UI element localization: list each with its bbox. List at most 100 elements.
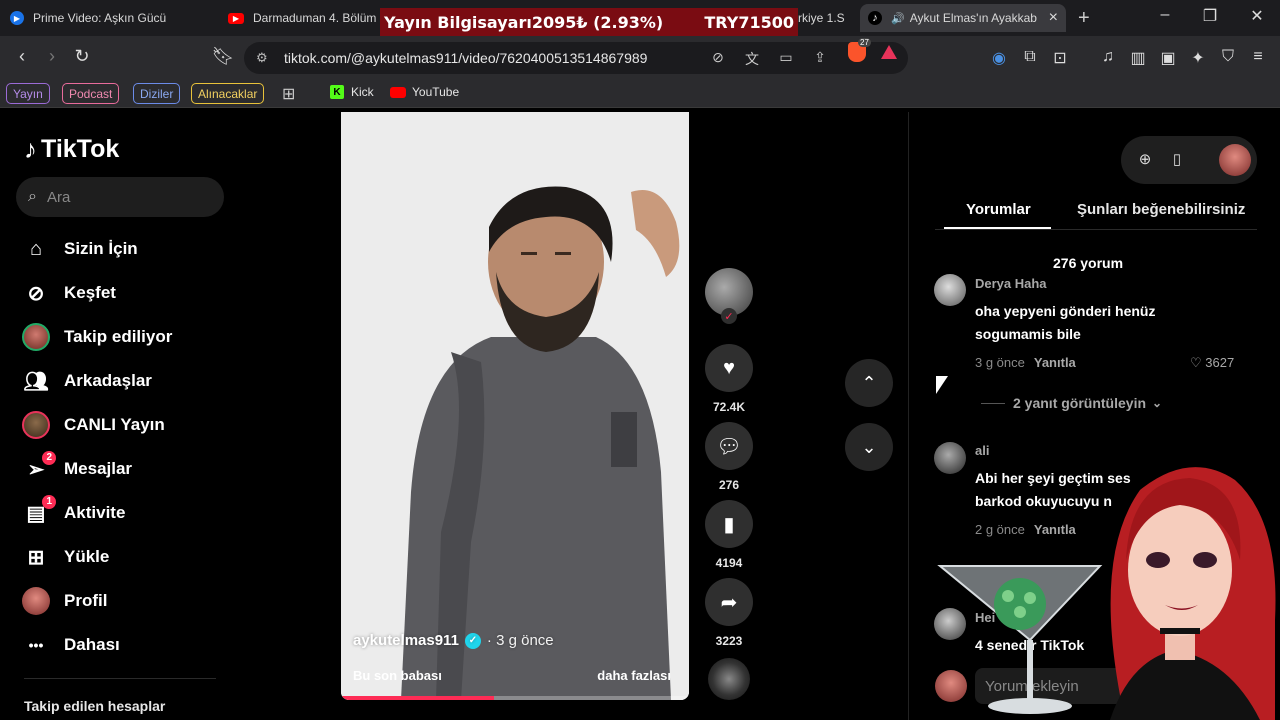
nav-following[interactable]: Takip ediliyor xyxy=(22,323,172,351)
tab-darmaduman[interactable]: ▶ Darmaduman 4. Bölüm xyxy=(228,4,376,32)
share-icon[interactable]: ⇪ xyxy=(810,49,830,66)
comment-username[interactable]: Derya Haha xyxy=(975,276,1047,291)
forward-icon[interactable]: › xyxy=(40,46,64,67)
video-time: · 3 g önce xyxy=(486,632,554,649)
menu-icon[interactable]: ≡ xyxy=(1247,48,1269,66)
reply-button[interactable]: Yanıtla xyxy=(1034,522,1076,537)
translate-icon[interactable]: 文 xyxy=(742,49,762,69)
active-tab-indicator xyxy=(944,227,1051,229)
nav-more[interactable]: ••• Dahası xyxy=(22,631,120,659)
comment-username[interactable]: ali xyxy=(975,443,989,458)
search-input[interactable]: ⌕ Ara xyxy=(16,177,224,217)
comment-time: 2 g önce xyxy=(975,522,1025,537)
music-disc-icon[interactable] xyxy=(708,658,750,700)
nav-activity[interactable]: ▤ 1 Aktivite xyxy=(22,495,126,527)
nav-for-you[interactable]: ⌂ Sizin İçin xyxy=(22,235,138,263)
ticker-label: Yayın Bilgisayarı xyxy=(384,12,532,32)
minimize-icon[interactable]: – xyxy=(1155,6,1175,24)
coin-icon[interactable]: ⊕ xyxy=(1135,150,1155,168)
restore-icon[interactable]: ❐ xyxy=(1200,6,1220,26)
tab-title: Aykut Elmas'ın Ayakkab xyxy=(909,11,1037,25)
commenter-avatar[interactable] xyxy=(934,274,966,306)
nav-label: Profil xyxy=(64,591,108,610)
site-settings-icon[interactable]: ⚙︎ xyxy=(256,50,276,66)
no-tracking-icon[interactable]: ⊘ xyxy=(708,49,728,66)
reload-icon[interactable]: ↻ xyxy=(70,46,94,67)
video-caption: Bu son babası xyxy=(353,668,442,683)
comment-username[interactable]: Hei xyxy=(975,610,995,625)
vpn-icon[interactable]: ⛉ xyxy=(1217,48,1239,66)
leo-ai-icon[interactable]: ✦ xyxy=(1187,48,1209,68)
see-more-link[interactable]: daha fazlası xyxy=(597,668,671,683)
media-icon[interactable]: ♫ xyxy=(1097,48,1119,66)
next-video-button[interactable]: ⌄ xyxy=(845,423,893,471)
nav-friends[interactable]: 👥︎ Arkadaşlar xyxy=(22,367,152,395)
save-action[interactable]: ▮ 4194 xyxy=(705,500,753,570)
my-avatar xyxy=(935,670,967,702)
nav-profile[interactable]: Profil xyxy=(22,587,107,615)
tab-title: Darmaduman 4. Bölüm xyxy=(253,11,376,25)
extension-blue-icon[interactable]: ◉ xyxy=(988,48,1010,68)
view-replies-button[interactable]: 2 yanıt görüntüleyin ⌄ xyxy=(981,395,1162,411)
back-icon[interactable]: ‹ xyxy=(10,46,34,67)
tab-title: Prime Video: Aşkın Gücü xyxy=(33,11,167,25)
tab-you-may-like[interactable]: Şunları beğenebilirsiniz xyxy=(1077,201,1245,218)
sidebar-divider xyxy=(24,678,216,679)
chevron-down-icon: ⌄ xyxy=(861,436,877,457)
share-arrow-icon: ➦ xyxy=(705,578,753,626)
nav-explore[interactable]: ⊘ Keşfet xyxy=(22,279,116,307)
like-action[interactable]: ♥ 72.4K xyxy=(705,344,753,414)
nav-live[interactable]: CANLI Yayın xyxy=(22,411,165,439)
new-tab-button[interactable]: + xyxy=(1078,7,1090,30)
video-author[interactable]: aykutelmas911 ✓ · 3 g önce xyxy=(353,632,554,649)
close-tab-icon[interactable]: × xyxy=(1049,9,1058,27)
user-avatar[interactable] xyxy=(1219,144,1251,176)
home-icon: ⌂ xyxy=(29,237,43,260)
nav-label: Keşfet xyxy=(64,283,116,302)
tab-prime-video[interactable]: ▶ Prime Video: Aşkın Gücü xyxy=(10,4,220,32)
bookmark-save-icon: ▮ xyxy=(705,500,753,548)
apps-grid-icon[interactable]: ⊞ xyxy=(282,84,295,104)
nav-messages[interactable]: ➢ 2 Mesajlar xyxy=(22,451,132,483)
window-close-icon[interactable]: ✕ xyxy=(1247,6,1267,26)
bookmark-folder-podcast[interactable]: Podcast xyxy=(62,83,120,104)
share-action[interactable]: ➦ 3223 xyxy=(705,578,753,648)
bookmark-folder-alinacaklar[interactable]: Alınacaklar xyxy=(191,83,265,104)
tiktok-logo[interactable]: ♪ TikTok xyxy=(24,134,119,165)
comment-text: Abi her şeyi geçtim ses barkod okuyucuyu… xyxy=(975,470,1131,509)
search-placeholder: Ara xyxy=(46,188,71,206)
sidebar-icon[interactable]: ▥ xyxy=(1127,48,1149,68)
cast-icon[interactable]: ▭ xyxy=(776,49,796,66)
tab-turkiye[interactable]: rkiye 1.S xyxy=(798,4,854,32)
comment-action[interactable]: 💬︎ 276 xyxy=(705,422,753,492)
video-progress-fill xyxy=(341,696,495,700)
tab-tiktok-active[interactable]: ♪ 🔊 Aykut Elmas'ın Ayakkab × xyxy=(860,4,1066,32)
extensions-icon[interactable]: ⧉ xyxy=(1019,48,1041,66)
bookmark-folder-yayin[interactable]: Yayın xyxy=(6,83,50,104)
follow-check-icon[interactable]: ✓ xyxy=(721,308,737,324)
commenter-avatar[interactable] xyxy=(934,608,966,640)
address-bar[interactable]: ⚙︎ tiktok.com/@aykutelmas911/video/76204… xyxy=(244,42,908,74)
nav-label: Aktivite xyxy=(64,503,126,522)
comment-like[interactable]: ♡ 3627 xyxy=(1190,355,1234,371)
bookmark-kick[interactable]: K Kick xyxy=(330,85,374,99)
speaker-icon: 🔊 xyxy=(891,12,905,25)
bookmark-icon[interactable]: 🔖︎ xyxy=(211,46,235,67)
screenshot-icon[interactable]: ⊡ xyxy=(1049,48,1071,68)
video-player[interactable]: aykutelmas911 ✓ · 3 g önce Bu son babası… xyxy=(341,112,689,700)
compass-icon: ⊘ xyxy=(27,282,45,305)
bookmark-youtube[interactable]: YouTube xyxy=(390,85,459,99)
commenter-avatar[interactable] xyxy=(934,442,966,474)
tab-comments[interactable]: Yorumlar xyxy=(966,201,1031,218)
reply-button[interactable]: Yanıtla xyxy=(1034,355,1076,370)
comment-input[interactable]: Yorum ekleyin xyxy=(975,668,1255,704)
tiktok-logo-icon: ♪ xyxy=(24,134,37,164)
phone-icon[interactable]: ▯ xyxy=(1167,150,1187,168)
brave-rewards-icon[interactable] xyxy=(881,45,897,59)
bookmark-folder-diziler[interactable]: Diziler xyxy=(133,83,181,104)
heart-outline-icon: ♡ xyxy=(1190,355,1202,370)
previous-video-button[interactable]: ⌃ xyxy=(845,359,893,407)
wallet-icon[interactable]: ▣ xyxy=(1157,48,1179,68)
comment-meta: 3 g önce Yanıtla xyxy=(975,355,1076,370)
nav-upload[interactable]: ⊞ Yükle xyxy=(22,543,110,571)
